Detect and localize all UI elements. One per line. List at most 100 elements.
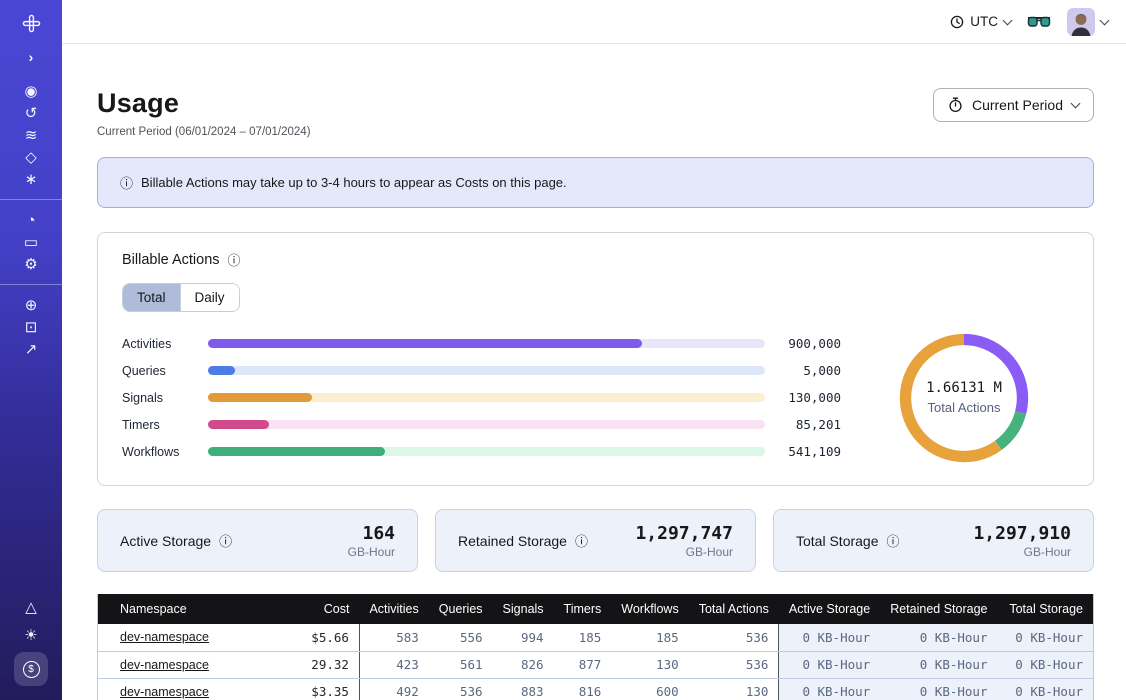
main-area: UTC Usage Current Period (06/01/2024 – 0…	[62, 0, 1126, 700]
col-total-actions: Total Actions	[689, 594, 779, 624]
bar-activities	[208, 339, 642, 348]
col-queries: Queries	[429, 594, 493, 624]
page-title: Usage	[97, 88, 311, 119]
cost-cell: 29.32	[283, 651, 359, 678]
credits-button[interactable]: $	[14, 652, 48, 686]
clock-icon	[950, 15, 964, 29]
total-actions-cell: 130	[689, 678, 779, 700]
queries-cell: 561	[429, 651, 493, 678]
nexus-icon[interactable]: ◇	[0, 146, 62, 168]
queries-cell: 536	[429, 678, 493, 700]
usage-icon[interactable]: ◔	[0, 209, 62, 231]
temporal-logo-icon[interactable]	[0, 12, 62, 34]
user-menu[interactable]	[1067, 8, 1108, 36]
total-actions-cell: 536	[689, 624, 779, 651]
retained-storage-label: Retained Storage	[458, 533, 567, 549]
bar-row-queries: Queries 5,000	[122, 357, 841, 384]
dollar-coin-icon: $	[23, 661, 40, 678]
timers-cell: 816	[554, 678, 612, 700]
col-active-storage: Active Storage	[779, 594, 880, 624]
table-row: dev-namespace $5.66 583 556 994 185 185 …	[98, 624, 1094, 651]
col-signals: Signals	[493, 594, 554, 624]
sidebar-divider	[0, 284, 62, 285]
chevron-down-icon	[1100, 15, 1110, 25]
getting-started-icon[interactable]: ↗	[0, 338, 62, 360]
labs-icon[interactable]: △	[0, 596, 62, 618]
timezone-label: UTC	[970, 14, 998, 29]
total-actions-cell: 536	[689, 651, 779, 678]
workflows-icon[interactable]: ↺	[0, 102, 62, 124]
bar-label: Activities	[122, 337, 196, 351]
info-icon[interactable]: ⓘ	[575, 531, 588, 550]
bar-value: 5,000	[779, 363, 841, 378]
total-actions-donut: 1.66131 M Total Actions	[899, 333, 1029, 463]
workflows-cell: 600	[611, 678, 688, 700]
info-icon: ⓘ	[120, 173, 133, 192]
col-cost: Cost	[283, 594, 359, 624]
col-activities: Activities	[359, 594, 428, 624]
glasses-icon[interactable]	[1027, 15, 1051, 29]
activities-cell: 423	[359, 651, 428, 678]
feedback-icon[interactable]: ⊡	[0, 316, 62, 338]
bar-signals	[208, 393, 312, 402]
info-icon[interactable]: ⓘ	[228, 250, 241, 269]
banner-text: Billable Actions may take up to 3-4 hour…	[141, 175, 567, 190]
timezone-selector[interactable]: UTC	[950, 14, 1011, 29]
bar-value: 85,201	[779, 417, 841, 432]
billable-actions-title: Billable Actions	[122, 252, 220, 268]
total-storage-unit: GB-Hour	[973, 545, 1071, 559]
col-total-storage: Total Storage	[997, 594, 1093, 624]
activities-cell: 492	[359, 678, 428, 700]
bar-value: 541,109	[779, 444, 841, 459]
theme-toggle-icon[interactable]: ☀	[0, 624, 62, 646]
retained-storage-cell: 0 KB-Hour	[880, 651, 997, 678]
col-namespace: Namespace	[98, 594, 284, 624]
total-storage-value: 1,297,910	[973, 523, 1071, 544]
billing-icon[interactable]: ▭	[0, 231, 62, 253]
schedules-icon[interactable]: ∗	[0, 168, 62, 190]
bar-value: 900,000	[779, 336, 841, 351]
retained-storage-value: 1,297,747	[635, 523, 733, 544]
bar-label: Signals	[122, 391, 196, 405]
namespace-link[interactable]: dev-namespace	[120, 658, 209, 672]
total-storage-cell: 0 KB-Hour	[997, 651, 1093, 678]
active-storage-cell: 0 KB-Hour	[779, 651, 880, 678]
support-icon[interactable]: ⊕	[0, 294, 62, 316]
workflows-cell: 130	[611, 651, 688, 678]
retained-storage-cell: 0 KB-Hour	[880, 678, 997, 700]
active-storage-value: 164	[348, 523, 395, 544]
sidebar: › ◉ ↺ ≋ ◇ ∗ ◔ ▭ ⚙ ⊕ ⊡ ↗ △ ☀ $	[0, 0, 62, 700]
workflows-cell: 185	[611, 624, 688, 651]
col-timers: Timers	[554, 594, 612, 624]
info-icon[interactable]: ⓘ	[887, 531, 900, 550]
cost-cell: $3.35	[283, 678, 359, 700]
table-header-row: Namespace Cost Activities Queries Signal…	[98, 594, 1094, 624]
storage-summary-row: Active Storage ⓘ 164 GB-Hour Retained St…	[97, 509, 1094, 572]
namespaces-icon[interactable]: ◉	[0, 80, 62, 102]
total-storage-cell: 0 KB-Hour	[997, 624, 1093, 651]
settings-icon[interactable]: ⚙	[0, 253, 62, 275]
sidebar-expand-icon[interactable]: ›	[0, 46, 62, 68]
retained-storage-card: Retained Storage ⓘ 1,297,747 GB-Hour	[435, 509, 756, 572]
deployments-icon[interactable]: ≋	[0, 124, 62, 146]
avatar	[1067, 8, 1095, 36]
signals-cell: 883	[493, 678, 554, 700]
namespace-link[interactable]: dev-namespace	[120, 630, 209, 644]
tab-daily[interactable]: Daily	[180, 284, 239, 311]
bar-label: Workflows	[122, 445, 196, 459]
billable-actions-card: Billable Actions ⓘ Total Daily Activitie…	[97, 232, 1094, 486]
bar-row-timers: Timers 85,201	[122, 411, 841, 438]
active-storage-unit: GB-Hour	[348, 545, 395, 559]
period-selector-button[interactable]: Current Period	[933, 88, 1094, 122]
namespace-link[interactable]: dev-namespace	[120, 685, 209, 699]
bar-row-signals: Signals 130,000	[122, 384, 841, 411]
bar-timers	[208, 420, 269, 429]
info-icon[interactable]: ⓘ	[219, 531, 232, 550]
tab-total[interactable]: Total	[123, 284, 180, 311]
active-storage-cell: 0 KB-Hour	[779, 678, 880, 700]
total-storage-card: Total Storage ⓘ 1,297,910 GB-Hour	[773, 509, 1094, 572]
billable-view-tabs: Total Daily	[122, 283, 240, 312]
sidebar-divider	[0, 199, 62, 200]
chevron-down-icon	[1071, 99, 1081, 109]
table-row: dev-namespace 29.32 423 561 826 877 130 …	[98, 651, 1094, 678]
